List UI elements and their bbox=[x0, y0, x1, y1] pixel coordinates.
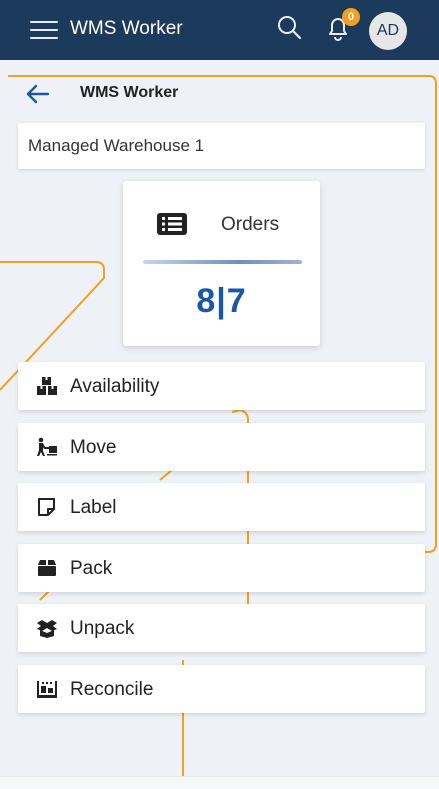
orders-tile[interactable]: Orders 8|7 bbox=[123, 181, 320, 346]
action-label: Unpack bbox=[70, 618, 135, 639]
action-label: Move bbox=[70, 437, 117, 458]
action-label: Label bbox=[70, 497, 117, 518]
orders-divider bbox=[143, 260, 302, 264]
warehouse-selector[interactable]: Managed Warehouse 1 bbox=[18, 123, 425, 169]
hamburger-menu-icon[interactable] bbox=[30, 19, 58, 41]
notification-badge: 0 bbox=[342, 8, 360, 26]
open-box-icon bbox=[36, 618, 58, 638]
app-title: WMS Worker bbox=[70, 18, 183, 39]
app-header: WMS Worker 0 AD bbox=[0, 0, 439, 60]
list-icon bbox=[157, 213, 187, 235]
action-label-item[interactable]: Label bbox=[18, 483, 425, 531]
boxes-icon bbox=[36, 376, 58, 396]
action-move[interactable]: Move bbox=[18, 423, 425, 471]
action-label: Reconcile bbox=[70, 679, 154, 700]
sticky-note-icon bbox=[36, 497, 58, 517]
action-label: Availability bbox=[70, 376, 160, 397]
orders-label: Orders bbox=[221, 214, 280, 235]
person-carry-icon bbox=[36, 437, 58, 457]
search-icon[interactable] bbox=[276, 14, 304, 42]
action-availability[interactable]: Availability bbox=[18, 362, 425, 410]
arrow-left-icon[interactable] bbox=[24, 82, 52, 106]
pallet-icon bbox=[36, 679, 58, 699]
action-label: Pack bbox=[70, 558, 113, 579]
box-icon bbox=[36, 558, 58, 578]
bottom-bar bbox=[0, 776, 439, 789]
action-reconcile[interactable]: Reconcile bbox=[18, 665, 425, 713]
action-pack[interactable]: Pack bbox=[18, 544, 425, 592]
action-unpack[interactable]: Unpack bbox=[18, 604, 425, 652]
orders-count: 8|7 bbox=[196, 282, 247, 320]
user-avatar[interactable]: AD bbox=[369, 12, 407, 50]
page-title: WMS Worker bbox=[80, 84, 179, 101]
